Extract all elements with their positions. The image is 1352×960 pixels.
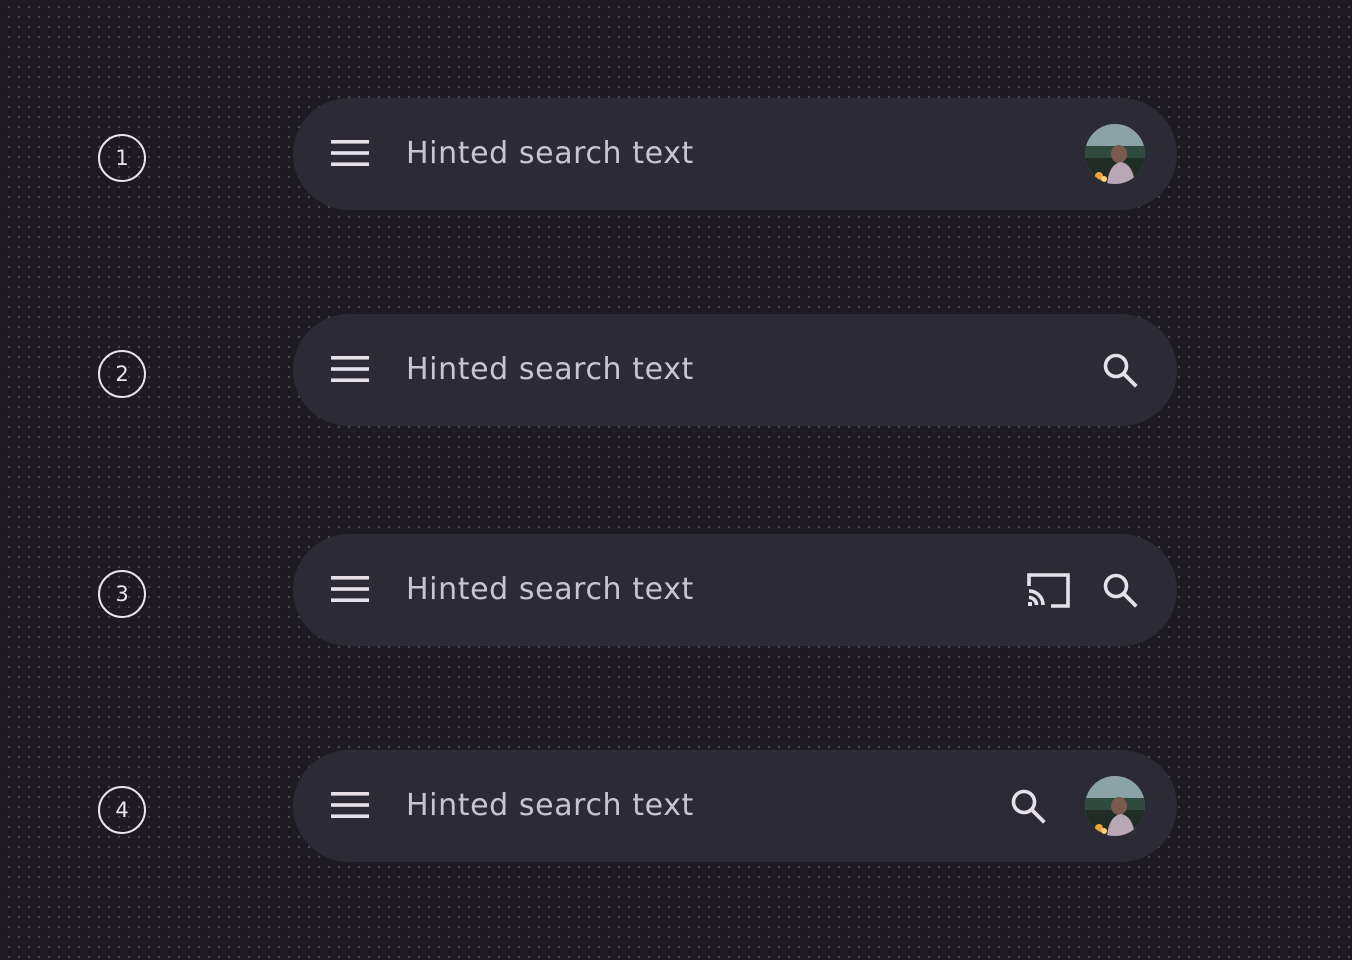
variant-number: 2 [115, 361, 129, 386]
variant-number: 1 [115, 145, 129, 170]
variant-number-badge: 1 [98, 134, 146, 182]
avatar[interactable] [1085, 776, 1145, 836]
search-button[interactable] [1095, 345, 1145, 395]
variant-number: 3 [115, 581, 129, 606]
avatar-photo [1085, 124, 1145, 184]
variant-number-badge: 3 [98, 570, 146, 618]
menu-button[interactable] [326, 781, 374, 829]
variant-3: 3 Hinted search text [0, 534, 1352, 646]
cast-icon [1027, 573, 1070, 608]
search-icon [1103, 573, 1138, 608]
menu-button[interactable] [326, 565, 374, 613]
menu-icon [331, 792, 369, 818]
search-icon [1103, 353, 1138, 388]
avatar-photo [1085, 776, 1145, 836]
search-bar-variants-canvas: { "variants": [ { "marker": "1", "search… [0, 0, 1352, 960]
variant-2: 2 Hinted search text [0, 314, 1352, 426]
menu-icon [331, 576, 369, 602]
search-button[interactable] [1095, 565, 1145, 615]
variant-1: 1 Hinted search text [0, 98, 1352, 210]
menu-button[interactable] [326, 129, 374, 177]
avatar[interactable] [1085, 124, 1145, 184]
search-hint-text[interactable]: Hinted search text [406, 131, 694, 175]
search-hint-text[interactable]: Hinted search text [406, 567, 694, 611]
search-hint-text[interactable]: Hinted search text [406, 347, 694, 391]
variant-number-badge: 4 [98, 786, 146, 834]
cast-button[interactable] [1023, 565, 1073, 615]
menu-icon [331, 140, 369, 166]
search-icon [1011, 789, 1046, 824]
menu-button[interactable] [326, 345, 374, 393]
menu-icon [331, 356, 369, 382]
search-button[interactable] [1003, 781, 1053, 831]
variant-4: 4 Hinted search text [0, 750, 1352, 862]
variant-number: 4 [115, 797, 129, 822]
search-hint-text[interactable]: Hinted search text [406, 783, 694, 827]
variant-number-badge: 2 [98, 350, 146, 398]
